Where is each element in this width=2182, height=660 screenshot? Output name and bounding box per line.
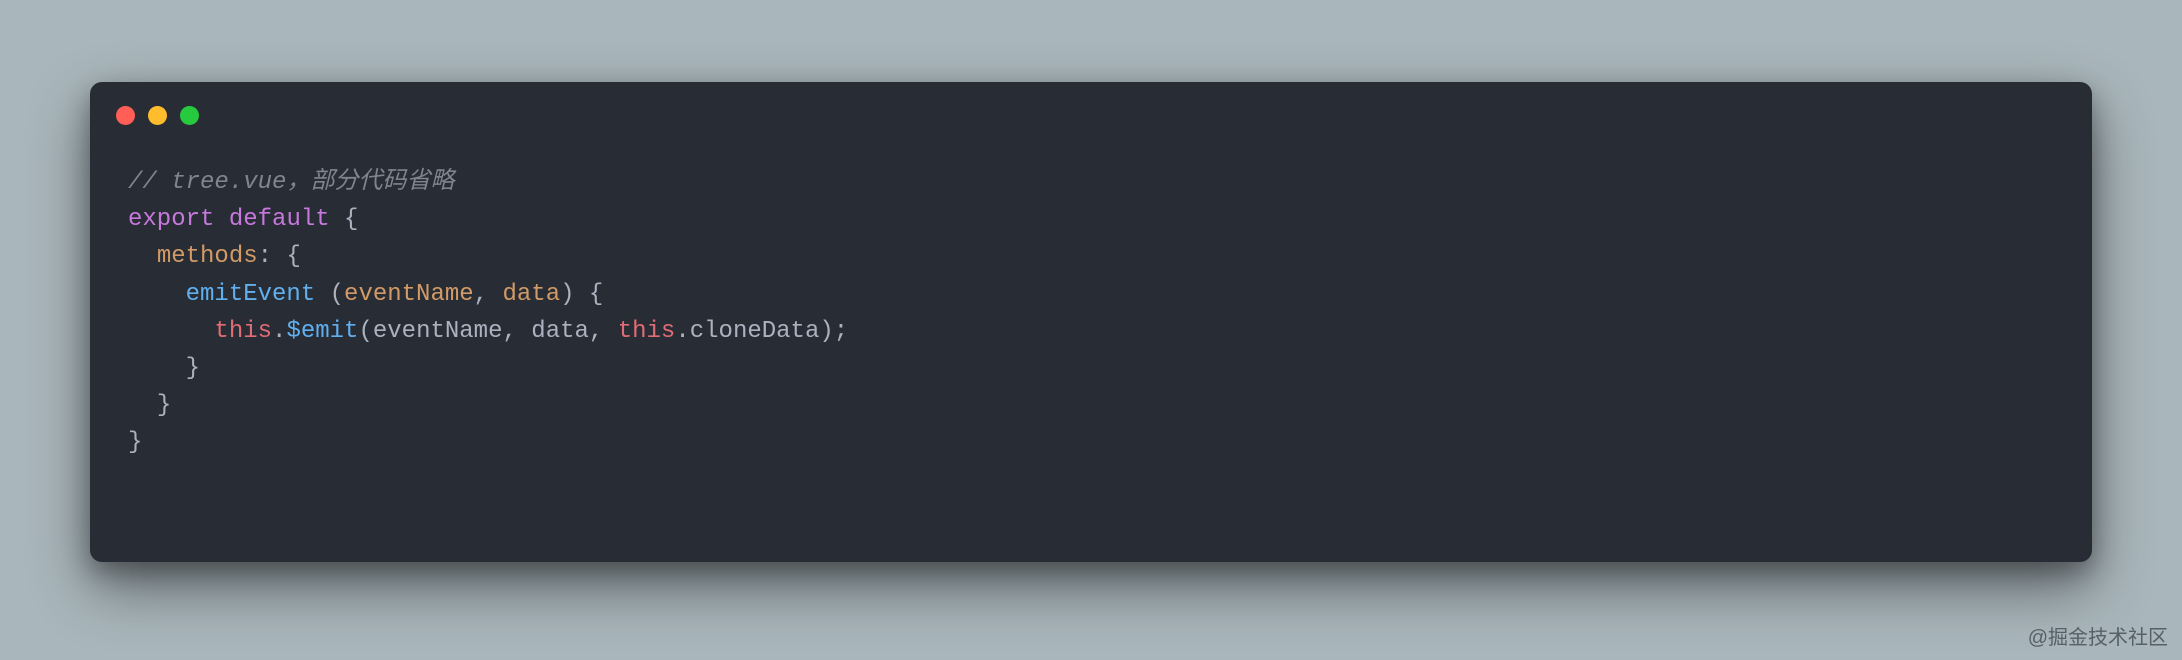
kw-this: this [214, 318, 272, 345]
param-eventname: eventName [344, 281, 474, 308]
kw-this: this [618, 318, 676, 345]
fn-emitevent: emitEvent [186, 281, 316, 308]
code-block: // tree.vue，部分代码省略 export default { meth… [128, 164, 848, 462]
close-icon[interactable] [116, 106, 135, 125]
code-comment: // tree.vue，部分代码省略 [128, 169, 454, 196]
window-controls [116, 106, 199, 125]
arg-data: data [531, 318, 589, 345]
kw-default: default [229, 206, 330, 233]
code-window: // tree.vue，部分代码省略 export default { meth… [90, 82, 2092, 562]
arg-eventname: eventName [373, 318, 503, 345]
watermark: @掘金技术社区 [2028, 621, 2168, 650]
param-data: data [502, 281, 560, 308]
minimize-icon[interactable] [148, 106, 167, 125]
fn-emit: $emit [286, 318, 358, 345]
kw-export: export [128, 206, 214, 233]
methods-key: methods [157, 243, 258, 270]
zoom-icon[interactable] [180, 106, 199, 125]
prop-clonedata: cloneData [690, 318, 820, 345]
